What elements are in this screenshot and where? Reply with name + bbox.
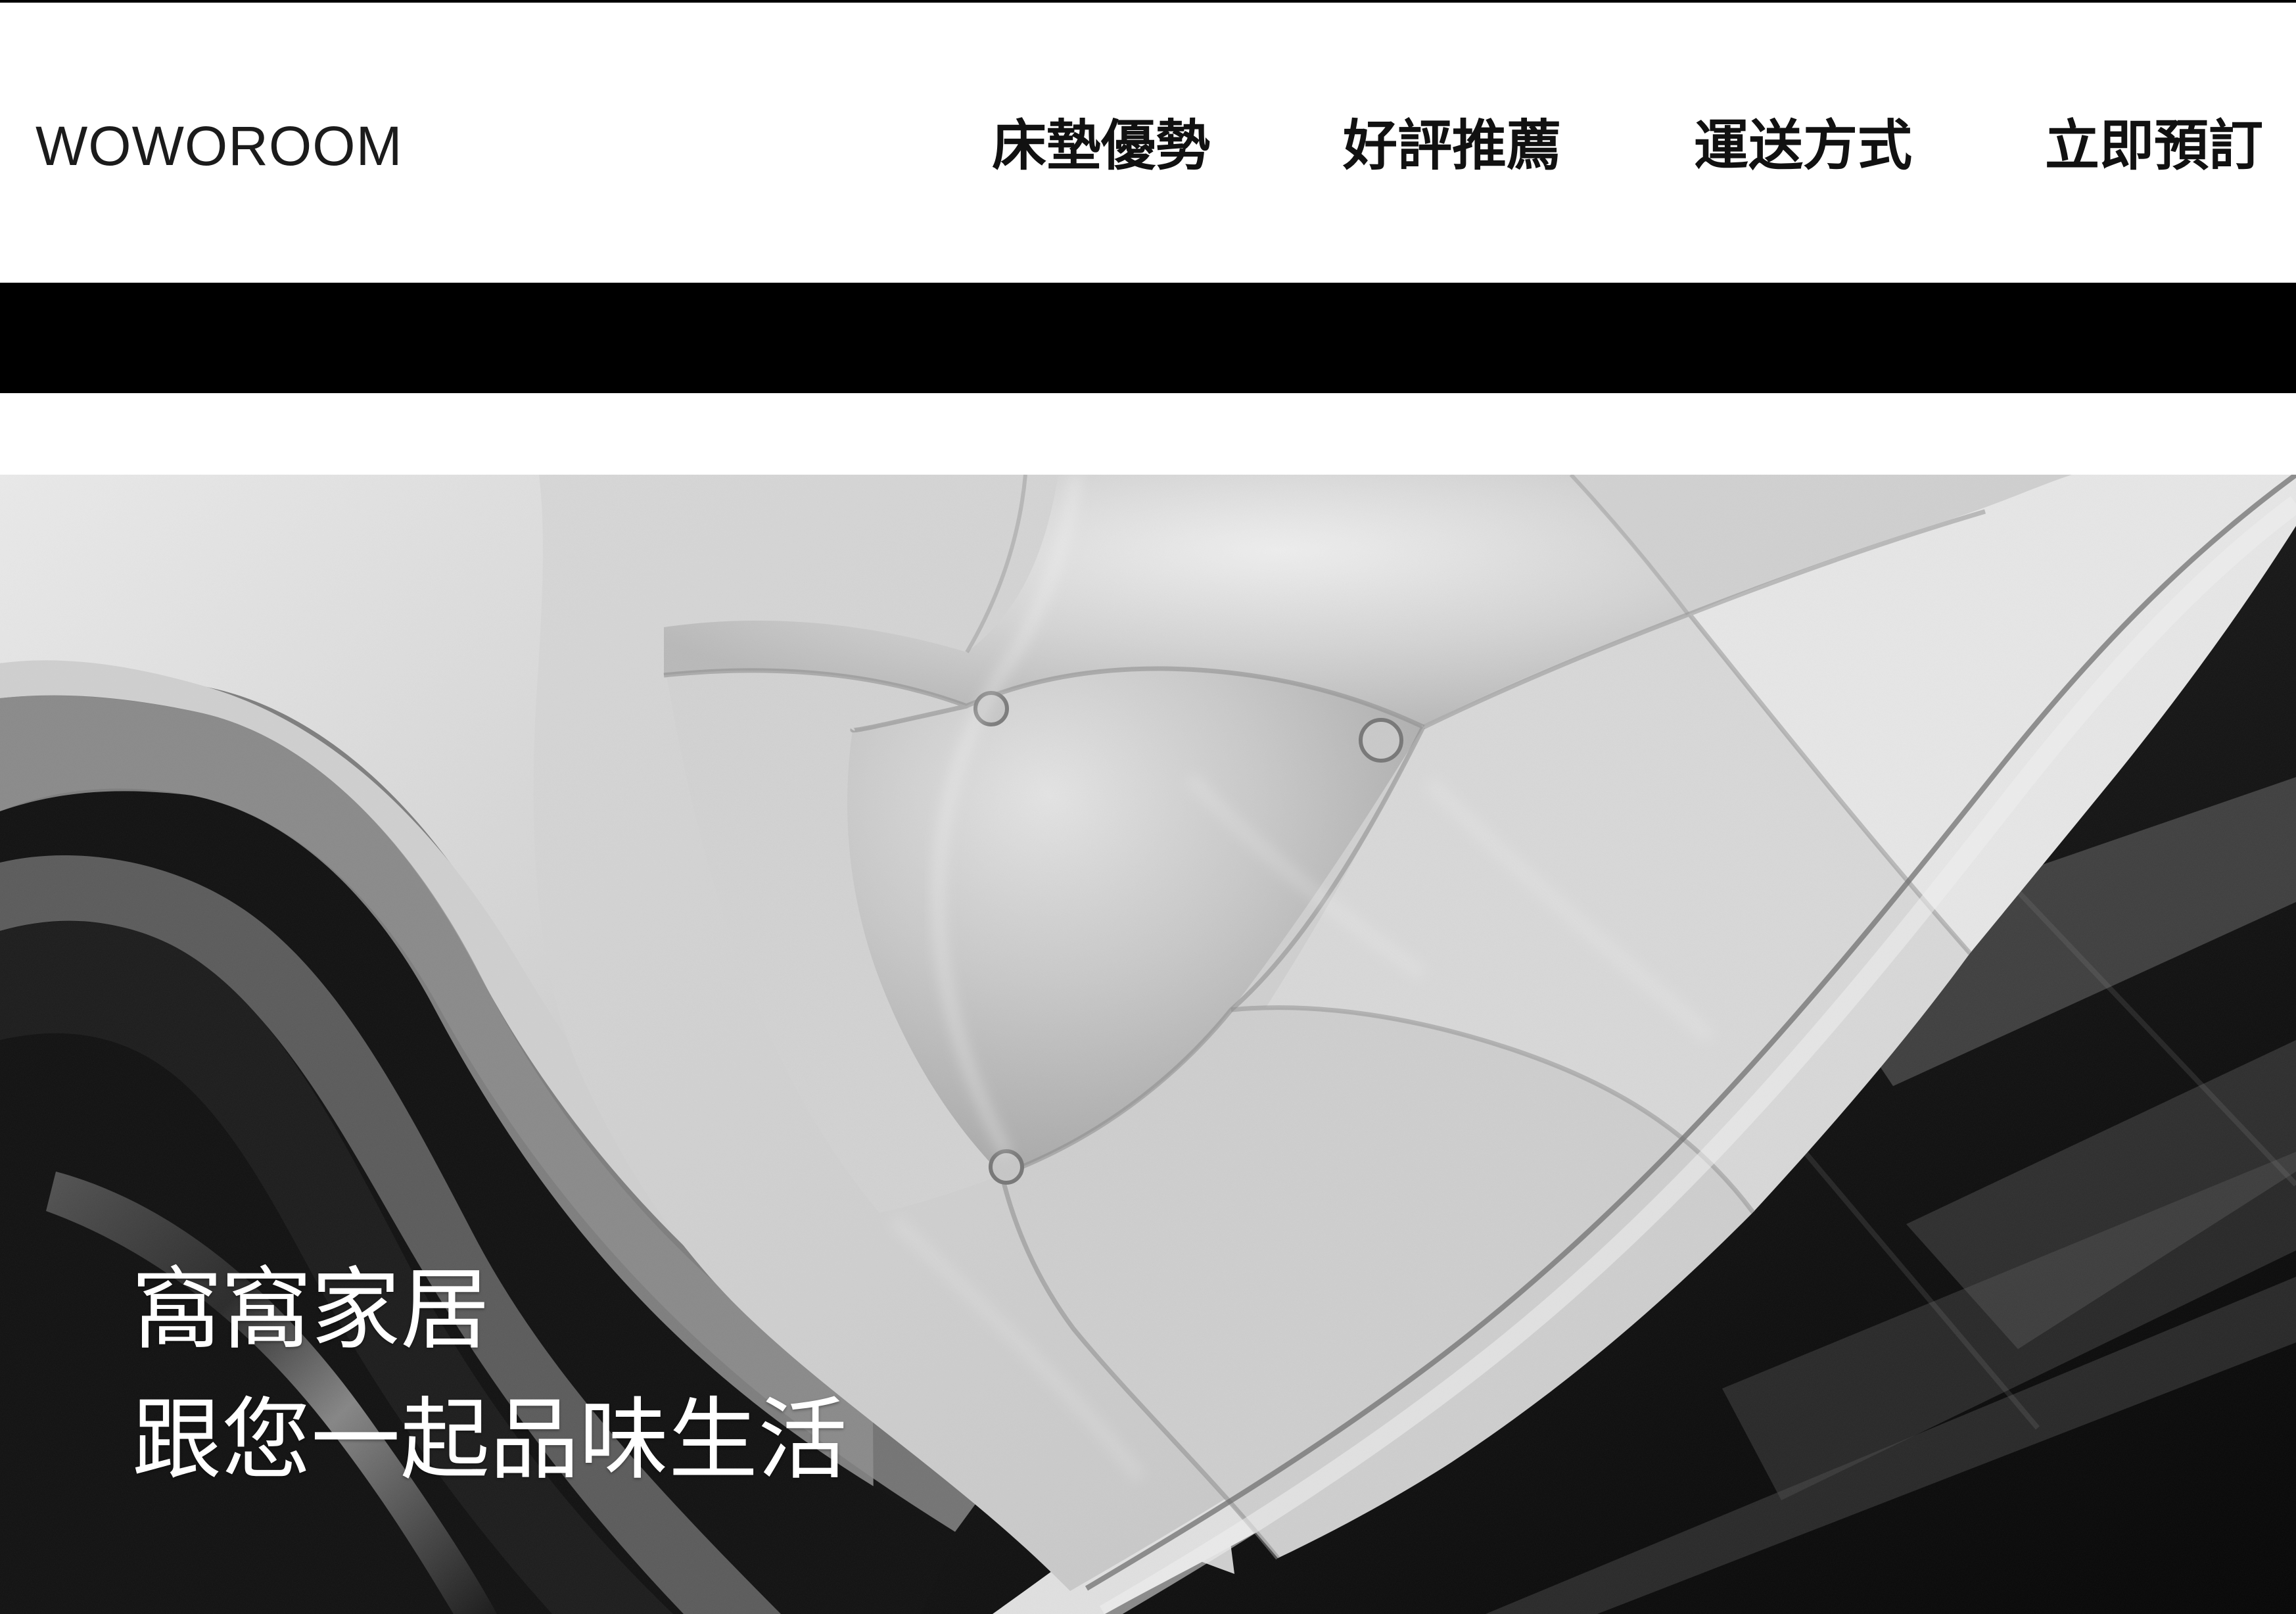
black-banner-band: [0, 283, 2296, 393]
nav-link-shipping[interactable]: 運送方式: [1694, 112, 1912, 180]
site-header: WOWOROOM 床墊優勢 好評推薦 運送方式 立即預訂: [0, 3, 2296, 279]
brand-logo[interactable]: WOWOROOM: [35, 114, 403, 178]
hero-headline-line-2: 跟您一起品味生活: [132, 1389, 847, 1492]
nav-link-mattress-advantages[interactable]: 床墊優勢: [992, 112, 1210, 180]
nav-link-reviews[interactable]: 好評推薦: [1343, 112, 1561, 180]
hero-headline-line-1: 窩窩家居: [132, 1258, 490, 1362]
nav-link-book-now[interactable]: 立即預訂: [2045, 112, 2263, 180]
landing-page: WOWOROOM 床墊優勢 好評推薦 運送方式 立即預訂 窩窩家居 跟您一起品味…: [0, 0, 2296, 1614]
main-navigation: 床墊優勢 好評推薦 運送方式 立即預訂: [992, 111, 2263, 181]
hero-section: 窩窩家居 跟您一起品味生活: [0, 475, 2296, 1614]
hero-headline: 窩窩家居 跟您一起品味生活: [132, 1245, 934, 1506]
